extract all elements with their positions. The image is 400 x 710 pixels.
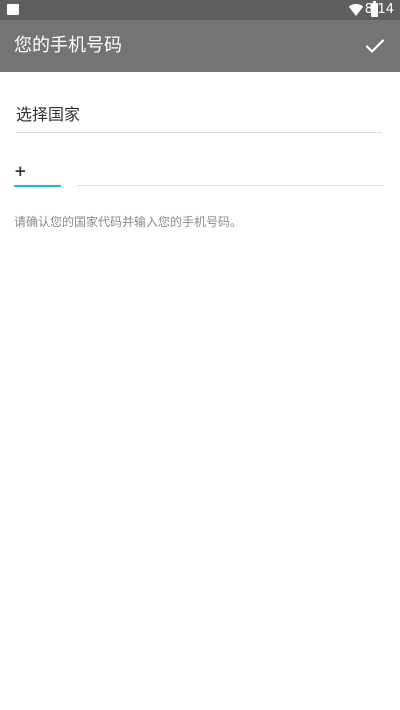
country-code-prefix: + [14,162,27,180]
status-time: 8:14 [364,2,394,17]
country-select-label: 选择国家 [16,105,81,124]
app-bar: 您的手机号码 [0,20,400,72]
country-select[interactable]: 选择国家 [16,101,382,133]
page-title: 您的手机号码 [14,35,122,56]
notification-icon [7,4,19,15]
status-bar: 8:14 [0,0,400,20]
confirm-button[interactable] [358,29,392,63]
hint-text: 请确认您的国家代码并输入您的手机号码。 [14,215,243,229]
wifi-icon [348,4,364,16]
phone-number-input[interactable] [76,158,384,186]
country-code-input[interactable]: + [14,158,61,187]
check-icon [365,39,385,53]
